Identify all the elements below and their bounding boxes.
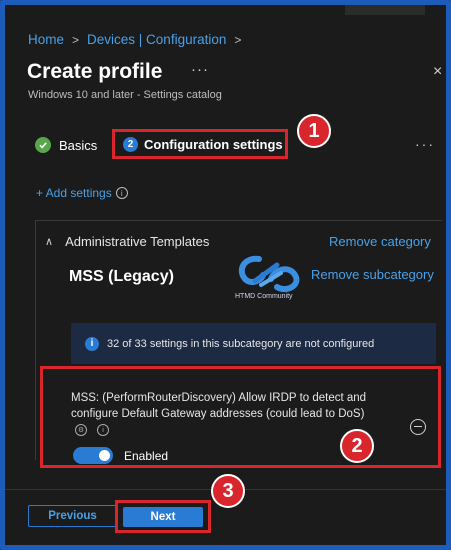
toggle-label: Enabled <box>124 449 169 463</box>
breadcrumb-devices-configuration[interactable]: Devices | Configuration <box>87 32 226 47</box>
create-profile-panel: Home > Devices | Configuration > Create … <box>5 5 446 545</box>
setting-meta-icons: ⚙ i <box>75 424 109 436</box>
more-options-icon[interactable]: ··· <box>415 136 435 152</box>
chevron-up-icon[interactable]: ∧ <box>45 235 53 248</box>
callout-marker-3: 3 <box>211 474 245 508</box>
callout-marker-2: 2 <box>340 429 374 463</box>
title-bar-strip <box>345 5 425 15</box>
enabled-toggle[interactable] <box>73 447 113 464</box>
callout-marker-1: 1 <box>297 114 331 148</box>
step-basics[interactable]: Basics <box>35 137 97 153</box>
step-configuration-settings[interactable]: 2 Configuration settings <box>112 129 288 159</box>
breadcrumb-home[interactable]: Home <box>28 32 64 47</box>
breadcrumb-separator: > <box>234 32 242 47</box>
step-number-badge: 2 <box>123 136 138 152</box>
setting-description: MSS: (PerformRouterDiscovery) Allow IRDP… <box>71 392 367 420</box>
page-title: Create profile <box>27 60 163 83</box>
add-settings-label: + Add settings <box>36 186 112 200</box>
previous-button[interactable]: Previous <box>28 505 117 527</box>
info-icon: i <box>85 336 99 351</box>
logo-text: HTMD Community <box>235 293 293 300</box>
subcategory-title: MSS (Legacy) <box>69 268 174 285</box>
info-banner-text: 32 of 33 settings in this subcategory ar… <box>107 337 375 350</box>
close-icon[interactable]: × <box>433 63 442 81</box>
category-header[interactable]: ∧ Administrative Templates <box>45 234 209 249</box>
step-basics-label: Basics <box>59 137 98 153</box>
divider <box>35 220 442 221</box>
info-icon[interactable]: i <box>97 424 109 436</box>
breadcrumb-separator: > <box>72 32 80 47</box>
step-configuration-label: Configuration settings <box>144 136 283 152</box>
policy-icon[interactable]: ⚙ <box>75 424 87 436</box>
info-banner: i 32 of 33 settings in this subcategory … <box>71 323 436 364</box>
info-icon: i <box>115 187 128 199</box>
remove-category-link[interactable]: Remove category <box>329 234 431 249</box>
category-name: Administrative Templates <box>65 234 210 249</box>
next-button[interactable]: Next <box>123 507 203 527</box>
section-border <box>35 220 36 460</box>
toggle-knob <box>99 450 110 461</box>
check-icon <box>35 137 51 153</box>
more-options-icon[interactable]: ··· <box>191 61 209 78</box>
breadcrumb: Home > Devices | Configuration > <box>28 32 241 47</box>
next-highlight: Next <box>115 500 211 533</box>
add-settings-link[interactable]: + Add settings i <box>36 186 128 200</box>
remove-subcategory-link[interactable]: Remove subcategory <box>311 267 434 282</box>
remove-setting-icon[interactable] <box>410 419 426 435</box>
page-subtitle: Windows 10 and later - Settings catalog <box>28 89 222 101</box>
setting-item: MSS: (PerformRouterDiscovery) Allow IRDP… <box>40 366 441 468</box>
